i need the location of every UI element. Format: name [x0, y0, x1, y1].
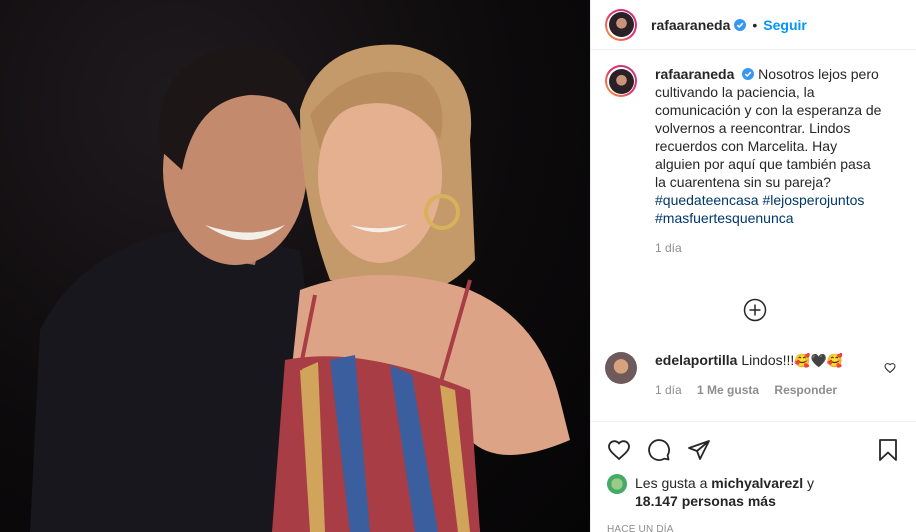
likes-joiner: y: [807, 475, 815, 491]
likes-summary: Les gusta a michyalvarezl y 18.147 perso…: [607, 474, 900, 510]
commenter-avatar[interactable]: [605, 352, 637, 384]
liker-username[interactable]: michyalvarezl: [711, 475, 803, 491]
hashtag-link[interactable]: #masfuertesquenunca: [655, 210, 794, 226]
load-more-comments-icon[interactable]: [743, 298, 767, 322]
reply-button[interactable]: Responder: [774, 383, 837, 397]
liker-avatar[interactable]: [607, 474, 627, 494]
verified-icon: [734, 18, 747, 31]
post-photo[interactable]: [0, 0, 590, 532]
hashtag-link[interactable]: #quedateencasa: [655, 192, 759, 208]
action-icons: [607, 430, 900, 470]
comment-item: edelaportilla Lindos!!!🥰🖤🥰 1 día 1 Me gu…: [605, 352, 902, 397]
likes-count[interactable]: 18.147 personas más: [635, 493, 776, 509]
separator-dot: •: [752, 16, 758, 33]
comment-meta: 1 día 1 Me gusta Responder: [655, 383, 843, 397]
commenter-username[interactable]: edelaportilla: [655, 352, 737, 368]
caption-age: 1 día: [655, 241, 682, 255]
caption-text-block: rafaaraneda Nosotros lejos pero cultivan…: [655, 65, 885, 227]
comment-body: Lindos!!!: [741, 352, 795, 368]
follow-button[interactable]: Seguir: [763, 17, 807, 33]
likes-prefix: Les gusta a: [635, 475, 708, 491]
caption-avatar[interactable]: [605, 65, 637, 97]
comment-emojis: 🥰🖤🥰: [794, 353, 843, 368]
bookmark-icon[interactable]: [876, 438, 900, 462]
caption-body: Nosotros lejos pero cultivando la pacien…: [655, 66, 882, 190]
hashtag-link[interactable]: #lejosperojuntos: [762, 192, 864, 208]
author-avatar[interactable]: [605, 8, 637, 41]
instagram-post: rafaaraneda • Seguir rafaaraneda Nosotro…: [0, 0, 916, 532]
author-username[interactable]: rafaaraneda: [651, 17, 730, 33]
caption-username[interactable]: rafaaraneda: [655, 66, 734, 82]
comment-likes[interactable]: 1 Me gusta: [697, 383, 759, 397]
post-side-panel: rafaaraneda • Seguir rafaaraneda Nosotro…: [590, 0, 916, 532]
heart-icon[interactable]: [607, 438, 631, 462]
comment-like-icon[interactable]: [884, 362, 896, 374]
share-icon[interactable]: [687, 438, 711, 462]
post-header: rafaaraneda • Seguir: [591, 0, 916, 50]
caption: rafaaraneda Nosotros lejos pero cultivan…: [605, 65, 900, 227]
verified-icon: [742, 68, 755, 80]
comment-icon[interactable]: [647, 438, 671, 462]
post-actions: Les gusta a michyalvarezl y 18.147 perso…: [591, 421, 916, 532]
comment-text: edelaportilla Lindos!!!🥰🖤🥰: [655, 352, 843, 369]
comment-age: 1 día: [655, 383, 682, 397]
post-timestamp[interactable]: HACE UN DÍA: [607, 524, 900, 532]
photo-illustration: [30, 44, 570, 532]
